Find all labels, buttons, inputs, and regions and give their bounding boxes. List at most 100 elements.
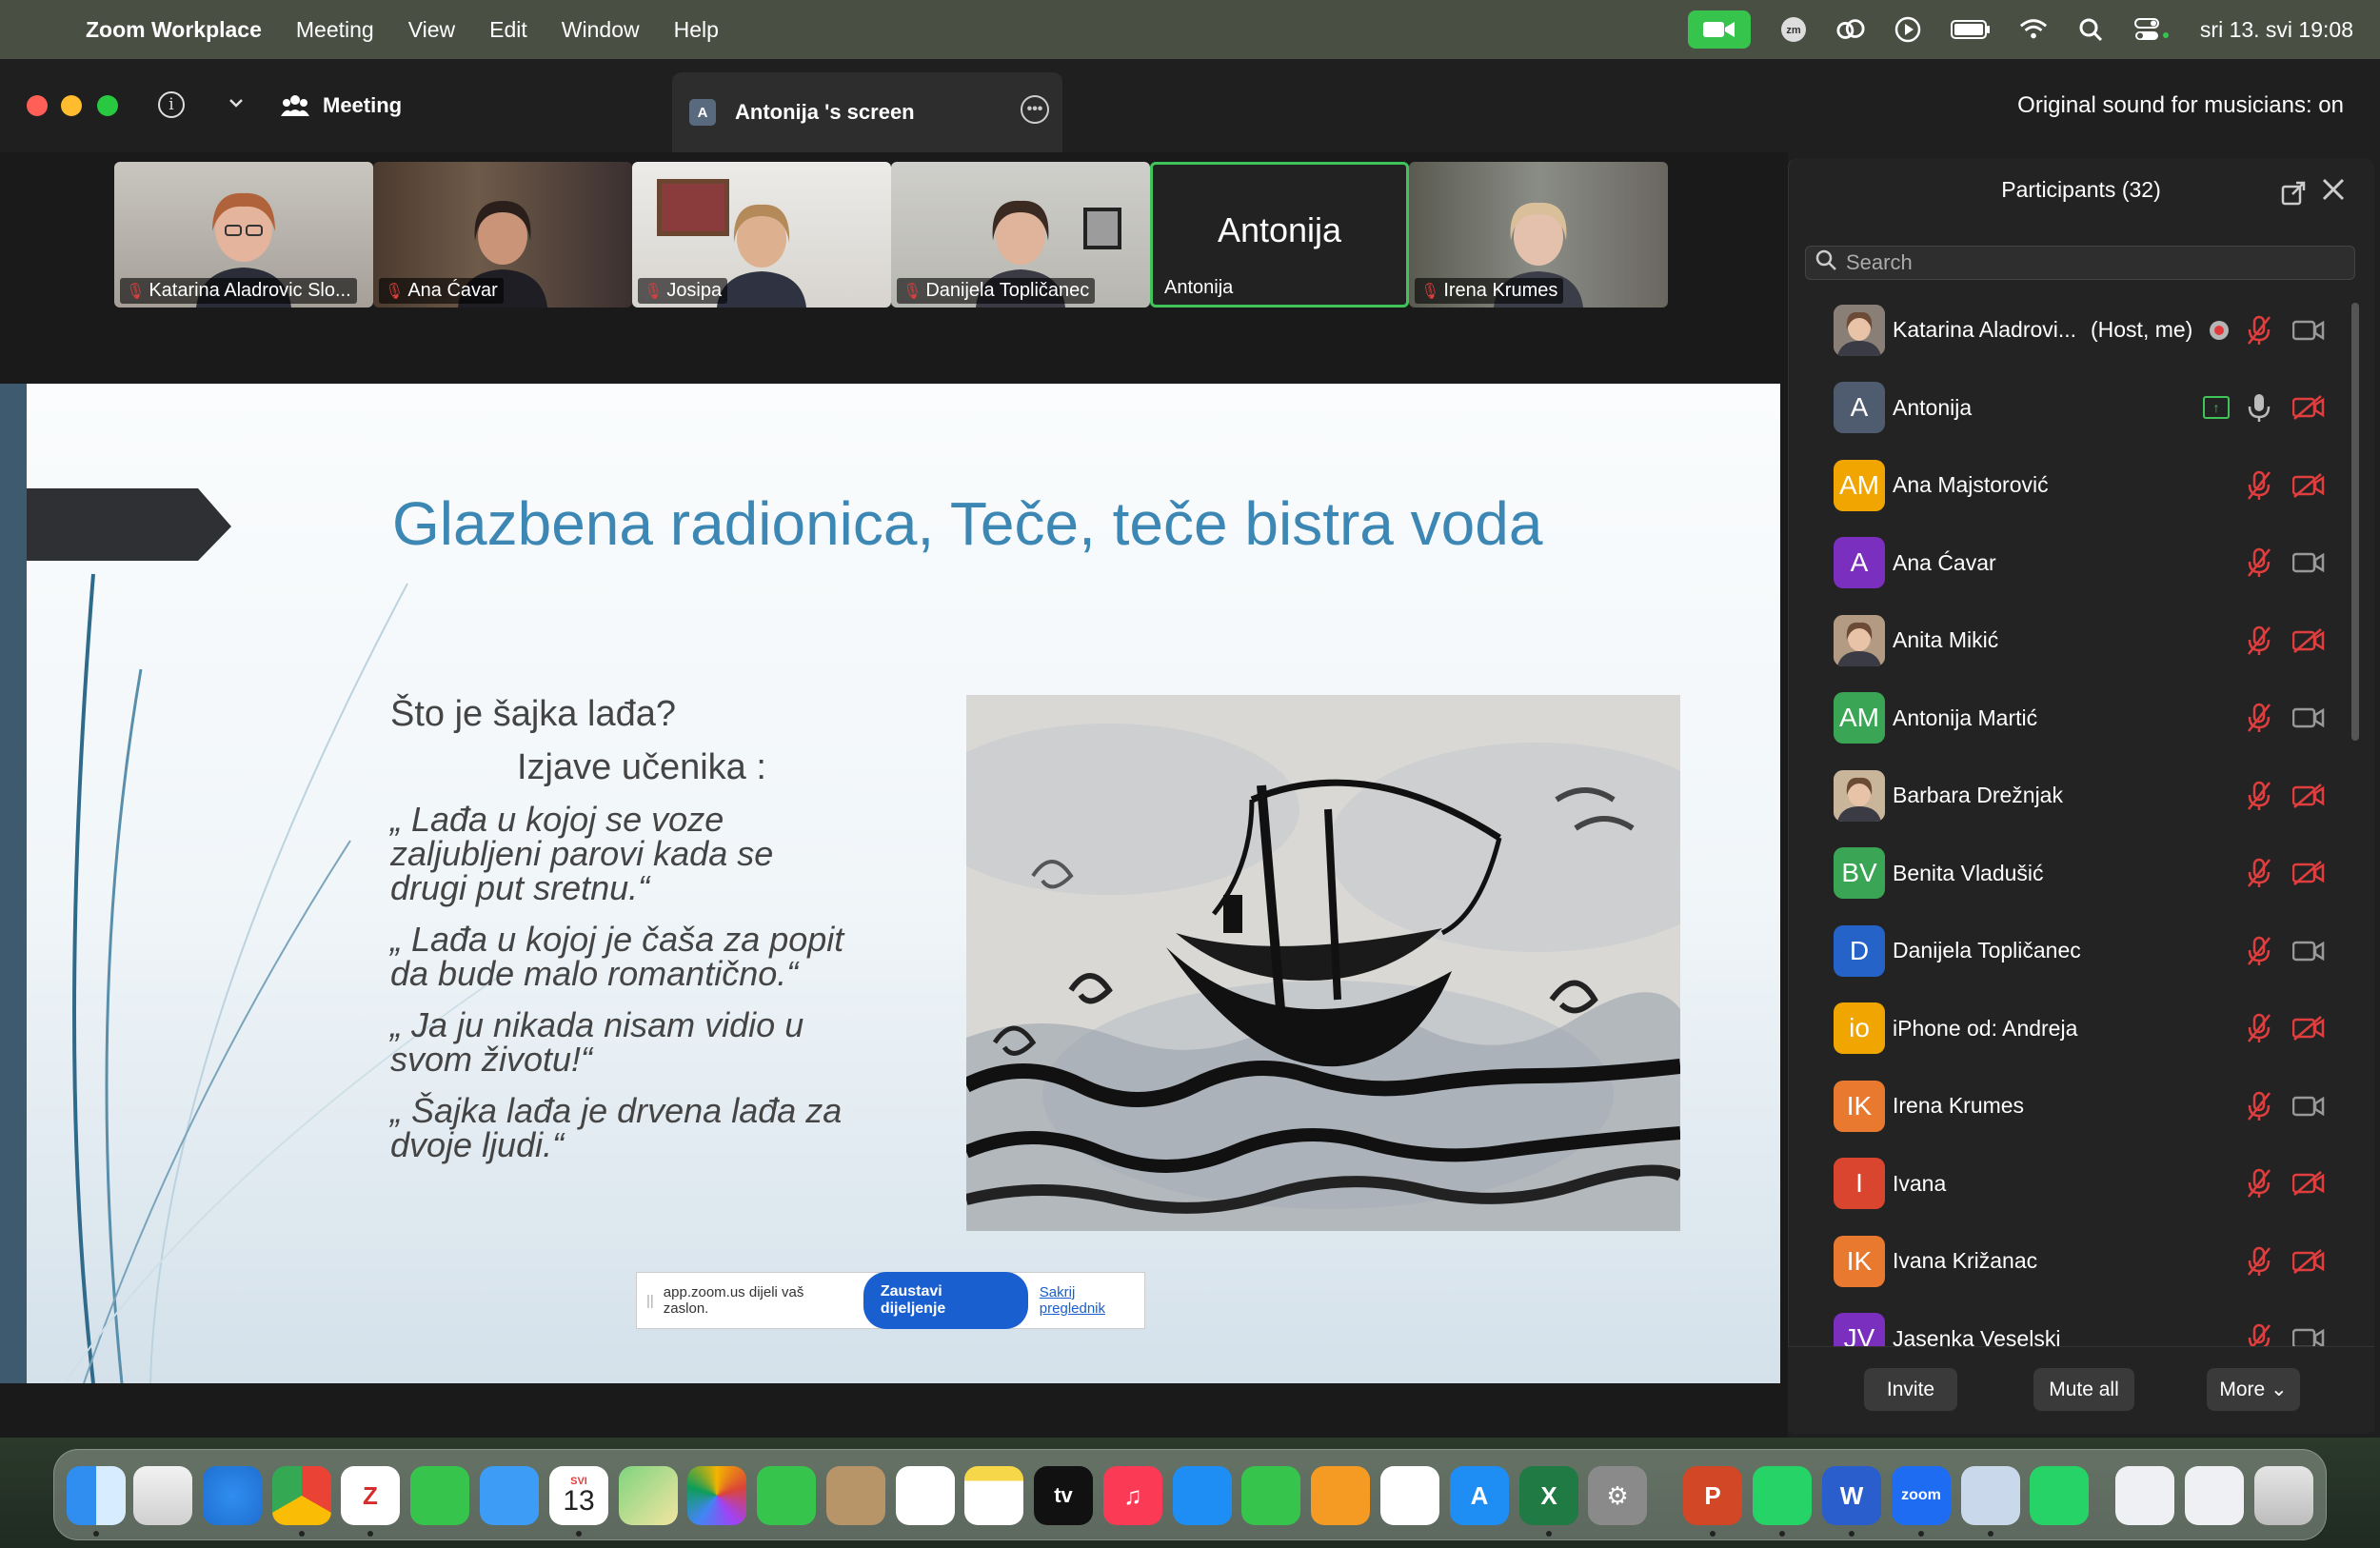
menu-clock[interactable]: sri 13. svi 19:08 (2200, 17, 2353, 43)
mic-muted-icon[interactable] (2247, 625, 2271, 656)
zotero-icon[interactable]: Z (341, 1466, 400, 1525)
tab-shared-screen[interactable]: A Antonija 's screen ••• (672, 72, 1062, 152)
battery-icon[interactable] (1950, 15, 1991, 44)
more-button[interactable]: More ⌄ (2207, 1368, 2300, 1411)
video-thumbnail[interactable]: 🎙 Danijela Topličanec (891, 162, 1150, 308)
video-thumbnail[interactable]: 🎙 Katarina Aladrovic Slo... (114, 162, 373, 308)
system-settings-icon[interactable]: ⚙ (1588, 1466, 1647, 1525)
chrome-icon[interactable] (272, 1466, 331, 1525)
participant-row[interactable]: IK Irena Krumes (1788, 1067, 2350, 1144)
mic-muted-icon[interactable] (2247, 1323, 2271, 1346)
participant-row[interactable]: AM Ana Majstorović (1788, 447, 2350, 524)
mic-muted-icon[interactable] (2247, 703, 2271, 733)
camera-off-icon[interactable] (2291, 1248, 2325, 1274)
participant-row[interactable]: AM Antonija Martić (1788, 680, 2350, 757)
mic-muted-icon[interactable] (2247, 936, 2271, 966)
video-thumbnail[interactable]: 🎙 Irena Krumes (1409, 162, 1668, 308)
numbers-icon[interactable] (1241, 1466, 1300, 1525)
participant-row[interactable]: io iPhone od: Andreja (1788, 990, 2350, 1067)
safari-icon[interactable] (203, 1466, 262, 1525)
recent-window-2-icon[interactable] (2185, 1466, 2244, 1525)
mic-muted-icon[interactable] (2247, 547, 2271, 578)
window-close-button[interactable] (27, 95, 48, 116)
camera-icon[interactable] (2291, 1326, 2325, 1346)
window-zoom-button[interactable] (97, 95, 118, 116)
freeform-icon[interactable] (1380, 1466, 1439, 1525)
finder-icon[interactable] (67, 1466, 126, 1525)
mic-muted-icon[interactable] (2247, 1246, 2271, 1277)
mic-muted-icon[interactable] (2247, 858, 2271, 888)
participant-row[interactable]: Katarina Aladrovi... (Host, me) (1788, 291, 2350, 368)
camera-icon[interactable] (2291, 318, 2325, 343)
participant-row[interactable]: A Ana Ćavar (1788, 525, 2350, 602)
whatsapp-icon[interactable] (1753, 1466, 1812, 1525)
facetime-icon[interactable] (757, 1466, 816, 1525)
menu-edit[interactable]: Edit (489, 17, 527, 43)
mail-icon[interactable] (480, 1466, 539, 1525)
close-icon[interactable] (2321, 177, 2346, 206)
wifi-icon[interactable] (2019, 15, 2048, 44)
camera-off-icon[interactable] (2291, 861, 2325, 885)
zoom-tray-icon[interactable]: zm (1779, 15, 1808, 44)
drag-handle-icon[interactable]: || (646, 1293, 654, 1309)
calendar-icon[interactable]: SVI 13 (549, 1466, 608, 1525)
mute-all-button[interactable]: Mute all (2033, 1368, 2134, 1411)
meeting-info-icon[interactable]: i (158, 91, 185, 118)
menu-meeting[interactable]: Meeting (296, 17, 374, 43)
camera-icon[interactable] (2291, 1094, 2325, 1119)
word-icon[interactable]: W (1822, 1466, 1881, 1525)
notes-icon[interactable] (964, 1466, 1023, 1525)
camera-icon[interactable] (2291, 550, 2325, 575)
recent-window-1-icon[interactable] (2115, 1466, 2174, 1525)
spotlight-search-icon[interactable] (2076, 15, 2105, 44)
creative-cloud-icon[interactable] (1836, 15, 1865, 44)
maps-icon[interactable] (619, 1466, 678, 1525)
apple-tv-icon[interactable]: tv (1034, 1466, 1093, 1525)
mic-icon[interactable] (2247, 392, 2271, 423)
participants-scrollbar[interactable] (2351, 303, 2359, 741)
play-icon[interactable] (1894, 15, 1922, 44)
participant-row[interactable]: IK Ivana Križanac (1788, 1222, 2350, 1300)
mic-muted-icon[interactable] (2247, 1168, 2271, 1199)
music-icon[interactable]: ♫ (1103, 1466, 1162, 1525)
zoom-camera-status-icon[interactable] (1687, 10, 1751, 49)
trash-icon[interactable] (2254, 1466, 2313, 1525)
mic-muted-icon[interactable] (2247, 781, 2271, 811)
launchpad-icon[interactable] (133, 1466, 192, 1525)
participants-search[interactable] (1805, 246, 2355, 280)
camera-off-icon[interactable] (2291, 395, 2325, 420)
more-options-icon[interactable]: ••• (1021, 95, 1049, 124)
original-sound-status[interactable]: Original sound for musicians: on (2017, 59, 2344, 152)
control-center-icon[interactable] (2133, 15, 2172, 44)
camera-off-icon[interactable] (2291, 472, 2325, 498)
menu-app-name[interactable]: Zoom Workplace (86, 17, 262, 43)
participant-row[interactable]: JV Jasenka Veselski (1788, 1300, 2350, 1346)
participant-row[interactable]: A Antonija ↑ (1788, 369, 2350, 447)
app-store-icon[interactable]: A (1450, 1466, 1509, 1525)
zoom-icon[interactable]: zoom (1892, 1466, 1951, 1525)
photos-icon[interactable] (687, 1466, 746, 1525)
participant-row[interactable]: Anita Mikić (1788, 602, 2350, 679)
participant-row[interactable]: Barbara Drežnjak (1788, 757, 2350, 834)
participant-row[interactable]: BV Benita Vladušić (1788, 835, 2350, 912)
chevron-down-icon[interactable] (225, 91, 248, 114)
invite-button[interactable]: Invite (1864, 1368, 1957, 1411)
powerpoint-icon[interactable]: P (1683, 1466, 1742, 1525)
search-input[interactable] (1846, 250, 2322, 275)
whatsapp-helper-icon[interactable] (2030, 1466, 2089, 1525)
reminders-icon[interactable] (896, 1466, 955, 1525)
camera-off-icon[interactable] (2291, 1171, 2325, 1196)
hide-browser-link[interactable]: Sakrij preglednik (1040, 1284, 1144, 1317)
menu-view[interactable]: View (408, 17, 455, 43)
mic-muted-icon[interactable] (2247, 315, 2271, 346)
pages-icon[interactable] (1311, 1466, 1370, 1525)
camera-icon[interactable] (2291, 705, 2325, 730)
camera-off-icon[interactable] (2291, 1016, 2325, 1041)
excel-icon[interactable]: X (1519, 1466, 1578, 1525)
participant-row[interactable]: I Ivana (1788, 1145, 2350, 1222)
menu-window[interactable]: Window (562, 17, 640, 43)
tab-meeting[interactable]: Meeting (281, 59, 402, 152)
camera-off-icon[interactable] (2291, 783, 2325, 808)
contacts-icon[interactable] (826, 1466, 885, 1525)
mic-muted-icon[interactable] (2247, 1091, 2271, 1121)
